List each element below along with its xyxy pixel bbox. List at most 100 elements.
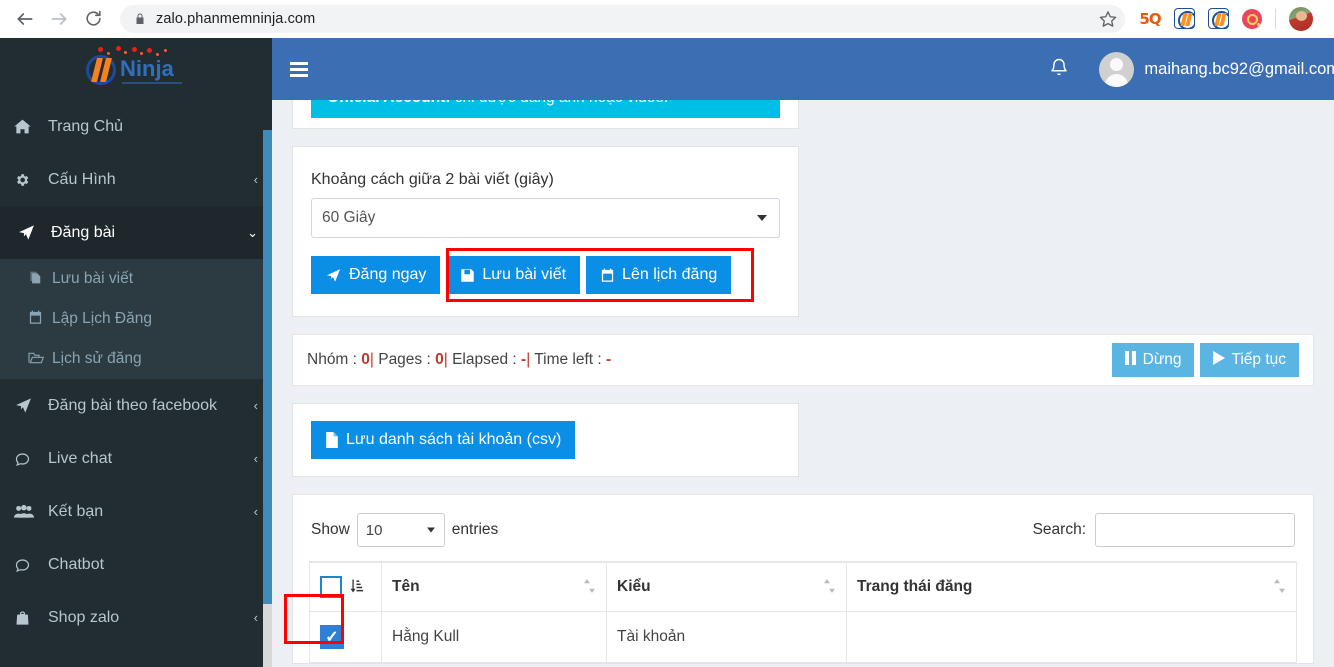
file-icon — [325, 432, 339, 448]
paper-plane-icon — [17, 224, 43, 241]
pause-button[interactable]: Dừng — [1111, 343, 1195, 377]
ninja-extension-icon[interactable] — [1173, 8, 1195, 30]
search-input[interactable] — [1095, 513, 1295, 547]
save-post-button[interactable]: Lưu bài viết — [446, 256, 581, 294]
sort-icon — [1274, 579, 1285, 595]
5q-extension-icon[interactable]: 5Q — [1139, 8, 1161, 30]
alert-text: chỉ được đăng ảnh hoặc video. — [450, 100, 669, 106]
resume-button[interactable]: Tiếp tục — [1200, 343, 1299, 377]
sidebar-item-shop-zalo[interactable]: Shop zalo ‹ — [0, 591, 272, 644]
column-select-all[interactable] — [309, 561, 382, 612]
back-arrow-icon — [17, 12, 33, 25]
top-header: maihang.bc92@gmail.com — [272, 38, 1334, 100]
column-ten[interactable]: Tên — [381, 561, 607, 612]
sidebar-scrollbar-track[interactable] — [263, 604, 272, 667]
sort-icon — [824, 579, 835, 595]
entries-per-page-value: 10 — [365, 521, 383, 539]
sidebar-subitem-lich-su-dang[interactable]: Lịch sử đăng — [0, 339, 272, 379]
status-button-group: Dừng Tiếp tục — [1111, 343, 1299, 377]
sidebar-menu: Trang Chủ Cấu Hình ‹ Đăng bài ⌄ Lưu bài … — [0, 100, 272, 644]
table-search: Search: — [1033, 513, 1295, 547]
sidebar-item-live-chat[interactable]: Live chat ‹ — [0, 432, 272, 485]
url-text: zalo.phanmemninja.com — [156, 10, 316, 27]
folder-open-icon — [28, 351, 52, 368]
app-window: Ninja Trang Chủ Cấu Hình ‹ Đăng bài ⌄ Lư… — [0, 38, 1334, 667]
row-checkbox[interactable]: ✓ — [320, 625, 344, 649]
table-body: ✓ Hằng Kull Tài khoản — [309, 611, 1297, 663]
floppy-save-icon — [460, 268, 475, 283]
sidebar-item-cau-hinh[interactable]: Cấu Hình ‹ — [0, 153, 272, 206]
chevron-down-icon: ⌄ — [247, 224, 258, 240]
sidebar-subitem-label: Lập Lịch Đăng — [52, 310, 152, 327]
sidebar-item-label: Đăng bài theo facebook — [48, 396, 218, 414]
browser-toolbar: zalo.phanmemninja.com 5Q — [0, 0, 1334, 38]
sidebar-item-label: Kết bạn — [48, 502, 104, 520]
sidebar-item-label: Đăng bài — [51, 223, 116, 241]
user-account-menu[interactable]: maihang.bc92@gmail.com — [1099, 51, 1334, 87]
users-icon — [14, 504, 40, 519]
select-all-checkbox[interactable] — [320, 576, 342, 598]
sidebar-item-label: Shop zalo — [48, 608, 120, 626]
sidebar-item-trang-chu[interactable]: Trang Chủ — [0, 100, 272, 153]
accounts-table-panel: Show 10 entries Search: Tên Kiểu Trang t… — [284, 494, 1314, 664]
post-now-button[interactable]: Đăng ngay — [311, 256, 441, 294]
chevron-down-icon — [757, 215, 767, 221]
sidebar-item-ket-ban[interactable]: Kết bạn ‹ — [0, 485, 272, 538]
extension-icons: 5Q — [1139, 5, 1334, 32]
reload-button[interactable] — [76, 2, 110, 36]
pause-label: Dừng — [1142, 351, 1182, 368]
interval-label: Khoảng cách giữa 2 bài viết (giây) — [311, 171, 554, 188]
reload-icon — [85, 10, 101, 26]
sidebar-subitem-label: Lịch sử đăng — [52, 350, 142, 367]
bookmark-star-icon[interactable] — [1099, 10, 1117, 28]
forward-button[interactable] — [42, 2, 76, 36]
ninja-extension-icon-2[interactable] — [1207, 8, 1229, 30]
elapsed-label: Elapsed : — [447, 351, 522, 368]
profile-avatar[interactable] — [1288, 5, 1314, 32]
browser-nav-buttons — [0, 2, 110, 36]
action-button-row: Đăng ngay Lưu bài viết Lên lịch đăng — [311, 248, 780, 302]
interval-select-value: 60 Giây — [322, 209, 376, 226]
schedule-post-button[interactable]: Lên lịch đăng — [586, 256, 732, 294]
hamburger-menu-icon[interactable] — [290, 61, 308, 77]
sidebar-subitem-lap-lich-dang[interactable]: Lập Lịch Đăng — [0, 299, 272, 339]
forward-arrow-icon — [51, 12, 67, 25]
interval-select[interactable]: 60 Giây — [311, 198, 780, 238]
alert-bold-label: Official Account: — [327, 100, 450, 106]
gear-icon — [14, 172, 40, 188]
entries-label: entries — [451, 521, 499, 538]
column-kieu[interactable]: Kiểu — [606, 561, 847, 612]
brand-logo[interactable]: Ninja — [0, 38, 272, 100]
sidebar-item-label: Cấu Hình — [48, 170, 116, 188]
sidebar-item-dang-bai-theo-facebook[interactable]: Đăng bài theo facebook ‹ — [0, 379, 272, 432]
header-right-group: maihang.bc92@gmail.com — [1049, 51, 1334, 87]
progress-status-panel: Nhóm : 0| Pages : 0| Elapsed : -| Time l… — [292, 334, 1314, 386]
bell-icon[interactable] — [1049, 56, 1069, 83]
schedule-post-label: Lên lịch đăng — [622, 266, 718, 283]
column-trang-thai-dang[interactable]: Trang thái đăng — [846, 561, 1297, 612]
table-row[interactable]: ✓ Hằng Kull Tài khoản — [309, 611, 1297, 663]
lock-icon — [134, 12, 146, 26]
chevron-left-icon: ‹ — [253, 398, 258, 413]
save-accounts-csv-button[interactable]: Lưu danh sách tài khoản (csv) — [311, 421, 576, 459]
sidebar-item-dang-bai[interactable]: Đăng bài ⌄ Lưu bài viết Lập Lịch Đăng Lị… — [0, 206, 272, 379]
chevron-down-icon — [426, 527, 435, 533]
csv-export-panel: Lưu danh sách tài khoản (csv) — [292, 403, 799, 477]
play-icon — [1213, 350, 1226, 370]
comment-icon — [14, 451, 40, 467]
sidebar-scrollbar-thumb[interactable] — [263, 130, 272, 604]
show-label: Show — [311, 521, 350, 538]
key-extension-icon[interactable] — [1241, 8, 1263, 30]
address-bar[interactable]: zalo.phanmemninja.com — [120, 4, 1125, 33]
group-label: Nhóm : — [307, 351, 362, 368]
entries-per-page-select[interactable]: 10 — [356, 513, 445, 547]
sidebar-subitem-luu-bai-viet[interactable]: Lưu bài viết — [0, 259, 272, 299]
resume-label: Tiếp tục — [1231, 351, 1286, 368]
row-kieu: Tài khoản — [606, 611, 847, 663]
avatar — [1099, 51, 1135, 87]
interval-form-panel: Khoảng cách giữa 2 bài viết (giây) 60 Gi… — [292, 146, 799, 317]
row-checkbox-cell[interactable]: ✓ — [309, 611, 382, 663]
back-button[interactable] — [8, 2, 42, 36]
sidebar-item-chatbot[interactable]: Chatbot — [0, 538, 272, 591]
row-trang-thai-dang — [846, 611, 1297, 663]
